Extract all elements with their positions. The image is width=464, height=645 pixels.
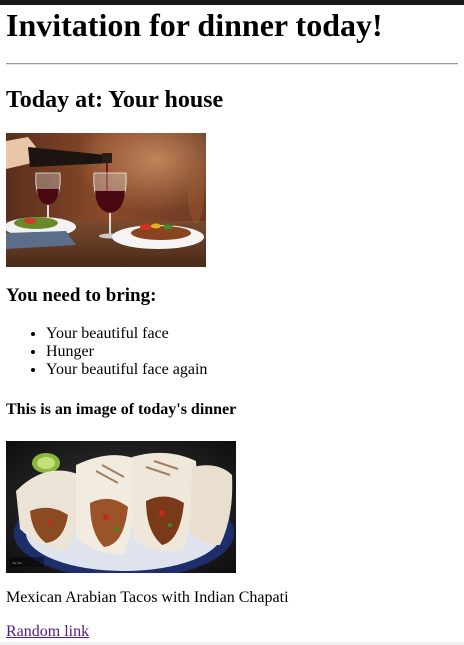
- window-top-bar: [0, 0, 464, 5]
- dinner-caption: Mexican Arabian Tacos with Indian Chapat…: [6, 589, 289, 606]
- list-item: Your beautiful face again: [46, 361, 207, 379]
- dinner-heading: This is an image of today's dinner: [6, 401, 237, 418]
- list-item: Your beautiful face: [46, 325, 207, 343]
- bring-list: Your beautiful face Hunger Your beautifu…: [6, 325, 207, 379]
- page-title: Invitation for dinner today!: [6, 7, 383, 43]
- svg-text:~~: ~~: [12, 560, 22, 567]
- location-heading: Today at: Your house: [6, 87, 224, 113]
- bring-heading: You need to bring:: [6, 285, 157, 306]
- tacos-photo: ~~: [6, 441, 236, 573]
- horizontal-divider: [6, 63, 458, 65]
- wine-dinner-photo: [6, 133, 206, 267]
- list-item: Hunger: [46, 343, 207, 361]
- random-link[interactable]: Random link: [6, 623, 89, 641]
